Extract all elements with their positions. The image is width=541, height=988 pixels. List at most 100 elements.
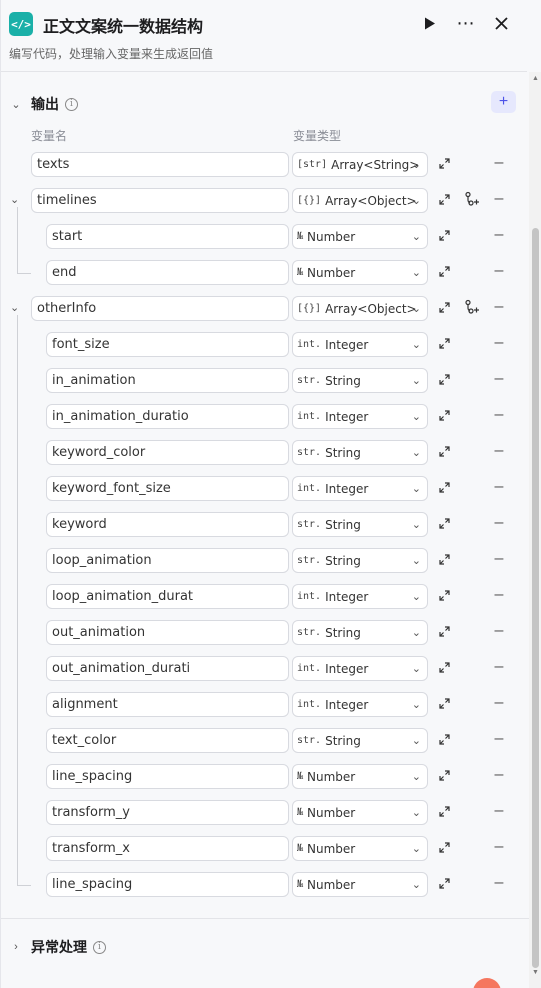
exception-section-header[interactable]: › 异常处理 i (9, 937, 106, 957)
expand-icon[interactable] (437, 192, 451, 206)
variable-name-input[interactable]: alignment (46, 692, 289, 717)
remove-variable-button[interactable]: – (492, 155, 506, 171)
variable-name-input[interactable]: keyword_font_size (46, 476, 289, 501)
variable-type-select[interactable]: int. Integer ⌄ (292, 584, 428, 609)
variable-name-input[interactable]: in_animation (46, 368, 289, 393)
info-icon[interactable]: i (93, 940, 106, 954)
expand-icon[interactable] (437, 768, 451, 782)
variable-type-select[interactable]: [str] Array<String> ⌄ (292, 152, 428, 177)
expand-icon[interactable] (437, 732, 451, 746)
expand-icon[interactable] (437, 624, 451, 638)
variable-type-select[interactable]: str. String ⌄ (292, 512, 428, 537)
info-icon[interactable]: i (65, 97, 78, 111)
variable-name-input[interactable]: transform_x (46, 836, 289, 861)
variable-name-input[interactable]: otherInfo (31, 296, 289, 321)
remove-variable-button[interactable]: – (492, 227, 506, 243)
variable-type-select[interactable]: int. Integer ⌄ (292, 476, 428, 501)
variable-type-select[interactable]: str. String ⌄ (292, 620, 428, 645)
run-button[interactable] (418, 11, 442, 35)
remove-variable-button[interactable]: – (492, 515, 506, 531)
remove-variable-button[interactable]: – (492, 731, 506, 747)
expand-icon[interactable] (437, 336, 451, 350)
variable-type-select[interactable]: [{}] Array<Object> ⌄ (292, 296, 428, 321)
variable-type-select[interactable]: № Number ⌄ (292, 224, 428, 249)
chevron-down-icon[interactable]: ⌄ (9, 97, 23, 111)
remove-variable-button[interactable]: – (492, 659, 506, 675)
expand-icon[interactable] (437, 804, 451, 818)
remove-variable-button[interactable]: – (492, 479, 506, 495)
variable-type-select[interactable]: int. Integer ⌄ (292, 332, 428, 357)
remove-variable-button[interactable]: – (492, 803, 506, 819)
remove-variable-button[interactable]: – (492, 551, 506, 567)
variable-name-input[interactable]: texts (31, 152, 289, 177)
variable-name-input[interactable]: out_animation_durati (46, 656, 289, 681)
variable-type-select[interactable]: str. String ⌄ (292, 728, 428, 753)
floating-action-button[interactable] (473, 978, 501, 988)
variable-type-select[interactable]: int. Integer ⌄ (292, 656, 428, 681)
variable-type-select[interactable]: [{}] Array<Object> ⌄ (292, 188, 428, 213)
remove-variable-button[interactable]: – (492, 839, 506, 855)
expand-icon[interactable] (437, 480, 451, 494)
expand-icon[interactable] (437, 264, 451, 278)
remove-variable-button[interactable]: – (492, 767, 506, 783)
variable-name-input[interactable]: start (46, 224, 289, 249)
expand-icon[interactable] (437, 228, 451, 242)
expand-icon[interactable] (437, 696, 451, 710)
add-child-icon[interactable] (464, 299, 480, 315)
more-button[interactable]: ⋯ (454, 11, 478, 35)
add-child-icon[interactable] (464, 191, 480, 207)
add-output-button[interactable]: + (491, 91, 516, 113)
remove-variable-button[interactable]: – (492, 695, 506, 711)
variable-type-select[interactable]: int. Integer ⌄ (292, 692, 428, 717)
expand-icon[interactable] (437, 372, 451, 386)
variable-name-input[interactable]: font_size (46, 332, 289, 357)
expand-icon[interactable] (437, 588, 451, 602)
variable-type-select[interactable]: str. String ⌄ (292, 440, 428, 465)
expand-icon[interactable] (437, 300, 451, 314)
variable-type-select[interactable]: № Number ⌄ (292, 764, 428, 789)
remove-variable-button[interactable]: – (492, 623, 506, 639)
variable-name-input[interactable]: line_spacing (46, 872, 289, 897)
variable-type-select[interactable]: str. String ⌄ (292, 368, 428, 393)
remove-variable-button[interactable]: – (492, 407, 506, 423)
output-section-header[interactable]: ⌄ 输出 i (9, 94, 78, 114)
variable-type-select[interactable]: № Number ⌄ (292, 836, 428, 861)
chevron-right-icon[interactable]: › (9, 940, 23, 954)
variable-name-input[interactable]: keyword_color (46, 440, 289, 465)
variable-name-input[interactable]: timelines (31, 188, 289, 213)
variable-name-input[interactable]: loop_animation (46, 548, 289, 573)
variable-name-input[interactable]: text_color (46, 728, 289, 753)
variable-name-input[interactable]: line_spacing (46, 764, 289, 789)
variable-name-input[interactable]: end (46, 260, 289, 285)
expand-icon[interactable] (437, 552, 451, 566)
close-button[interactable] (489, 11, 513, 35)
variable-name-input[interactable]: in_animation_duratio (46, 404, 289, 429)
remove-variable-button[interactable]: – (492, 371, 506, 387)
remove-variable-button[interactable]: – (492, 443, 506, 459)
page-title[interactable]: 正文文案统一数据结构 (43, 13, 203, 37)
variable-type-select[interactable]: № Number ⌄ (292, 872, 428, 897)
scroll-up-icon[interactable]: ▲ (532, 75, 539, 82)
variable-type-select[interactable]: № Number ⌄ (292, 800, 428, 825)
variable-type-select[interactable]: str. String ⌄ (292, 548, 428, 573)
variable-name-input[interactable]: loop_animation_durat (46, 584, 289, 609)
variable-name-input[interactable]: transform_y (46, 800, 289, 825)
remove-variable-button[interactable]: – (492, 263, 506, 279)
remove-variable-button[interactable]: – (492, 191, 506, 207)
remove-variable-button[interactable]: – (492, 299, 506, 315)
remove-variable-button[interactable]: – (492, 335, 506, 351)
variable-name-input[interactable]: keyword (46, 512, 289, 537)
scrollbar-thumb[interactable] (532, 228, 539, 968)
chevron-down-icon[interactable]: ⌄ (10, 193, 19, 206)
variable-name-input[interactable]: out_animation (46, 620, 289, 645)
chevron-down-icon[interactable]: ⌄ (10, 301, 19, 314)
expand-icon[interactable] (437, 876, 451, 890)
scroll-down-icon[interactable]: ▼ (532, 969, 539, 976)
variable-type-select[interactable]: int. Integer ⌄ (292, 404, 428, 429)
remove-variable-button[interactable]: – (492, 875, 506, 891)
expand-icon[interactable] (437, 516, 451, 530)
expand-icon[interactable] (437, 156, 451, 170)
variable-type-select[interactable]: № Number ⌄ (292, 260, 428, 285)
expand-icon[interactable] (437, 660, 451, 674)
expand-icon[interactable] (437, 840, 451, 854)
